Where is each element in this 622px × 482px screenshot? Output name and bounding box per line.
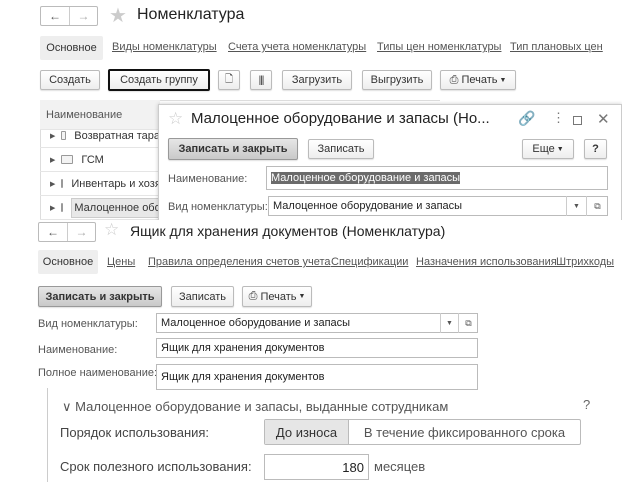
usage-label: Порядок использования: — [60, 425, 210, 440]
tab-prices[interactable]: Цены — [107, 256, 135, 268]
more-button[interactable]: Еще ▼ — [522, 139, 574, 159]
open-icon[interactable]: ⧉ — [458, 313, 478, 333]
dropdown-icon[interactable]: ▼ — [566, 196, 586, 216]
back-button[interactable]: ← — [39, 223, 67, 241]
nav-buttons: ← → — [38, 222, 96, 242]
kind-label: Вид номенклатуры: — [38, 318, 138, 330]
save-and-close-button[interactable]: Записать и закрыть — [168, 138, 298, 160]
save-button[interactable]: Записать — [171, 286, 234, 307]
open-icon[interactable]: ⧉ — [586, 196, 608, 216]
tab-planned-prices[interactable]: Тип плановых цен — [510, 41, 603, 53]
favorite-star-icon[interactable]: ☆ — [168, 109, 183, 129]
list-item[interactable]: ▶ Возвратная тара — [40, 124, 160, 148]
name-label: Наименование: — [38, 344, 118, 356]
create-group-button[interactable]: Создать группу — [108, 69, 210, 91]
tab-account-rules[interactable]: Правила определения счетов учета — [148, 256, 331, 268]
favorite-star-icon[interactable]: ★ — [109, 3, 127, 28]
tab-barcodes[interactable]: Штрихкоды — [556, 256, 614, 268]
list-item-selected[interactable]: ▶Малоценное оборудование и запасы — [40, 196, 160, 220]
name-input[interactable]: Ящик для хранения документов — [156, 338, 478, 358]
printer-icon: ⎙ — [248, 290, 261, 302]
full-name-input[interactable]: Ящик для хранения документов — [156, 364, 478, 390]
folder-icon — [61, 131, 67, 140]
group-header[interactable]: ∨ Малоценное оборудование и запасы, выда… — [62, 399, 448, 415]
copy-icon[interactable]: 🗋 — [218, 70, 240, 90]
list-item[interactable]: ▶Инвентарь и хозяйственные принадлежност… — [40, 172, 160, 196]
link-icon[interactable]: 🔗 — [518, 110, 535, 127]
chevron-down-icon: ▼ — [497, 76, 507, 84]
load-button[interactable]: Загрузить — [282, 70, 352, 90]
list-item[interactable]: ▶ ГСМ — [40, 148, 160, 172]
create-button[interactable]: Создать — [40, 70, 100, 90]
tab-kinds[interactable]: Виды номенклатуры — [112, 41, 217, 53]
usage-option-until-wear[interactable]: До износа — [265, 420, 349, 444]
help-icon[interactable]: ? — [583, 397, 590, 412]
dialog-title: Малоценное оборудование и запасы (Но... — [191, 110, 490, 127]
name-input[interactable]: Малоценное оборудование и запасы — [266, 166, 608, 190]
barcode-icon[interactable]: ||| — [250, 70, 272, 90]
tab-accounts[interactable]: Счета учета номенклатуры — [228, 41, 366, 53]
chevron-down-icon: ∨ — [62, 399, 76, 414]
maximize-icon[interactable] — [573, 116, 582, 125]
tab-main[interactable]: Основное — [38, 250, 98, 274]
page-title: Номенклатура — [137, 6, 245, 23]
back-button[interactable]: ← — [41, 7, 69, 25]
print-button[interactable]: ⎙ Печать ▼ — [242, 286, 312, 307]
tab-specifications[interactable]: Спецификации — [331, 256, 408, 268]
tab-main[interactable]: Основное — [40, 36, 103, 60]
save-and-close-button[interactable]: Записать и закрыть — [38, 286, 162, 307]
dropdown-icon[interactable]: ▼ — [440, 313, 458, 333]
forward-button[interactable]: → — [67, 223, 95, 241]
full-name-label: Полное наименование: — [38, 367, 158, 379]
nav-buttons: ← → — [40, 6, 98, 26]
kebab-menu-icon[interactable]: ⋮ — [552, 110, 565, 126]
close-icon[interactable]: ✕ — [597, 110, 610, 128]
print-button[interactable]: ⎙ Печать ▼ — [440, 70, 516, 90]
usage-option-fixed-term[interactable]: В течение фиксированного срока — [349, 420, 580, 444]
kind-select[interactable]: Малоценное оборудование и запасы — [268, 196, 608, 216]
save-button[interactable]: Записать — [308, 139, 374, 159]
form-title: Ящик для хранения документов (Номенклату… — [130, 223, 446, 239]
kind-select[interactable]: Малоценное оборудование и запасы — [156, 313, 478, 333]
folder-icon — [61, 179, 64, 188]
folder-icon — [61, 155, 74, 164]
forward-button[interactable]: → — [69, 7, 97, 25]
life-unit: месяцев — [374, 459, 426, 474]
tab-price-types[interactable]: Типы цен номенклатуры — [377, 41, 501, 53]
help-button[interactable]: ? — [584, 139, 607, 159]
name-label: Наименование: — [168, 173, 248, 185]
tab-usage-purposes[interactable]: Назначения использования — [416, 256, 557, 268]
unload-button[interactable]: Выгрузить — [362, 70, 432, 90]
life-input[interactable]: 180 — [264, 454, 369, 480]
printer-icon: ⎙ — [449, 73, 462, 86]
favorite-star-icon[interactable]: ☆ — [104, 220, 119, 240]
group-border — [47, 388, 48, 482]
kind-label: Вид номенклатуры: — [168, 201, 268, 213]
chevron-down-icon: ▼ — [296, 293, 306, 300]
chevron-down-icon: ▼ — [554, 145, 564, 153]
life-label: Срок полезного использования: — [60, 459, 252, 474]
usage-toggle: До износа В течение фиксированного срока — [264, 419, 581, 445]
folder-icon — [61, 203, 64, 212]
